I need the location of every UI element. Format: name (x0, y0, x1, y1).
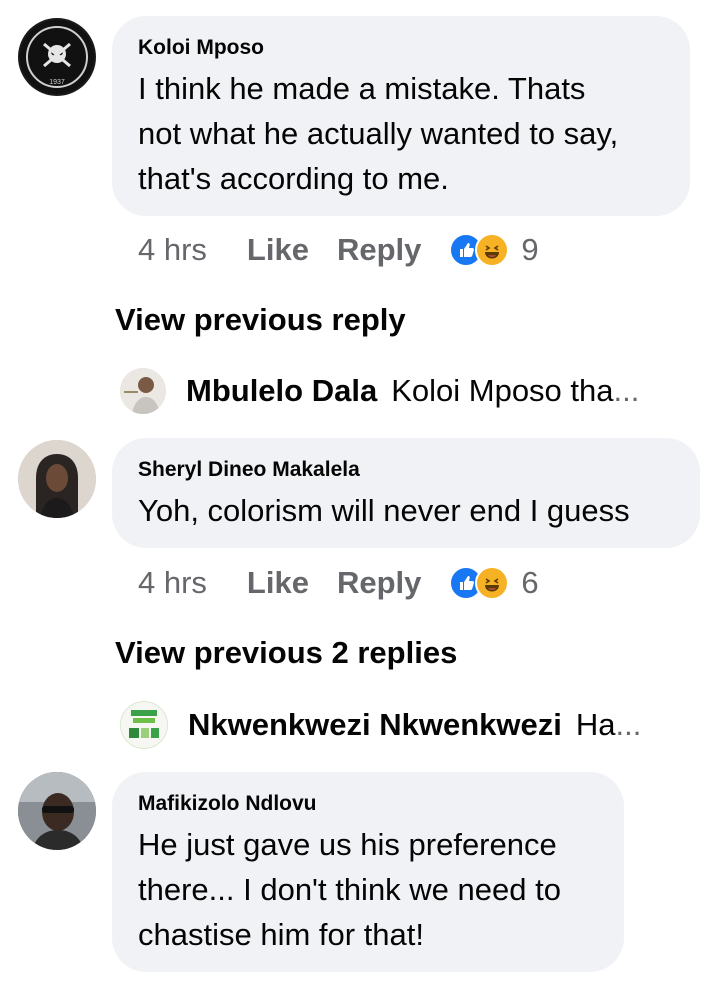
haha-reaction-icon (475, 233, 510, 267)
view-previous-replies-link[interactable]: View previous reply (115, 302, 406, 338)
avatar-nkwenkwezi-nkwenkwezi[interactable] (120, 701, 168, 749)
reply-button[interactable]: Reply (337, 232, 421, 268)
comment-timestamp[interactable]: 4 hrs (138, 232, 207, 268)
comment-text-line: that's according to me. (138, 161, 449, 196)
comment-text-line: Yoh, colorism will never end I guess (138, 493, 630, 528)
reply-author[interactable]: Mbulelo Dala (186, 373, 377, 409)
reaction-count: 6 (521, 565, 539, 600)
like-button[interactable]: Like (247, 232, 309, 268)
comment-actions: 4 hrs Like Reply 9 (138, 232, 539, 268)
avatar-koloi-mposo[interactable]: 1937 (18, 18, 96, 96)
comment-bubble-mafikizolo-ndlovu: Mafikizolo Ndlovu He just gave us his pr… (112, 772, 624, 972)
comment-bubble-koloi-mposo: Koloi Mposo I think he made a mistake. T… (112, 16, 690, 216)
comment-text-line: not what he actually wanted to say, (138, 116, 619, 151)
reply-snippet: Ha (575, 707, 616, 742)
reply-author[interactable]: Nkwenkwezi Nkwenkwezi (188, 707, 562, 743)
comment-bubble-sheryl-dineo-makalela: Sheryl Dineo Makalela Yoh, colorism will… (112, 438, 700, 548)
reply-button[interactable]: Reply (337, 565, 421, 601)
comment-timestamp[interactable]: 4 hrs (138, 565, 207, 601)
avatar-sheryl-dineo-makalela[interactable] (18, 440, 96, 518)
club-crest-icon: 1937 (20, 20, 94, 94)
reply-snippet: Koloi Mposo tha (391, 373, 614, 408)
svg-text:1937: 1937 (49, 79, 65, 86)
haha-reaction-icon (475, 566, 510, 600)
reaction-count: 9 (521, 232, 539, 267)
latest-reply-preview[interactable]: Nkwenkwezi Nkwenkwezi Ha... (120, 701, 641, 749)
comment-text-line: He just gave us his preference (138, 827, 557, 862)
comment-author[interactable]: Mafikizolo Ndlovu (138, 792, 598, 816)
comment-text-line: there... I don't think we need to (138, 872, 561, 907)
reactions-summary[interactable] (449, 566, 510, 600)
like-button[interactable]: Like (247, 565, 309, 601)
avatar-mafikizolo-ndlovu[interactable] (18, 772, 96, 850)
comment-author[interactable]: Koloi Mposo (138, 36, 664, 60)
reply-ellipsis: ... (615, 707, 642, 742)
comment-actions: 4 hrs Like Reply 6 (138, 565, 539, 601)
comment-author[interactable]: Sheryl Dineo Makalela (138, 458, 674, 482)
reply-ellipsis: ... (613, 373, 640, 408)
latest-reply-preview[interactable]: Mbulelo Dala Koloi Mposo tha... (120, 368, 639, 414)
comment-text-line: I think he made a mistake. Thats (138, 71, 586, 106)
comment-text-line: chastise him for that! (138, 917, 425, 952)
avatar-mbulelo-dala[interactable] (120, 368, 166, 414)
reactions-summary[interactable] (449, 233, 510, 267)
view-previous-replies-link[interactable]: View previous 2 replies (115, 635, 457, 671)
